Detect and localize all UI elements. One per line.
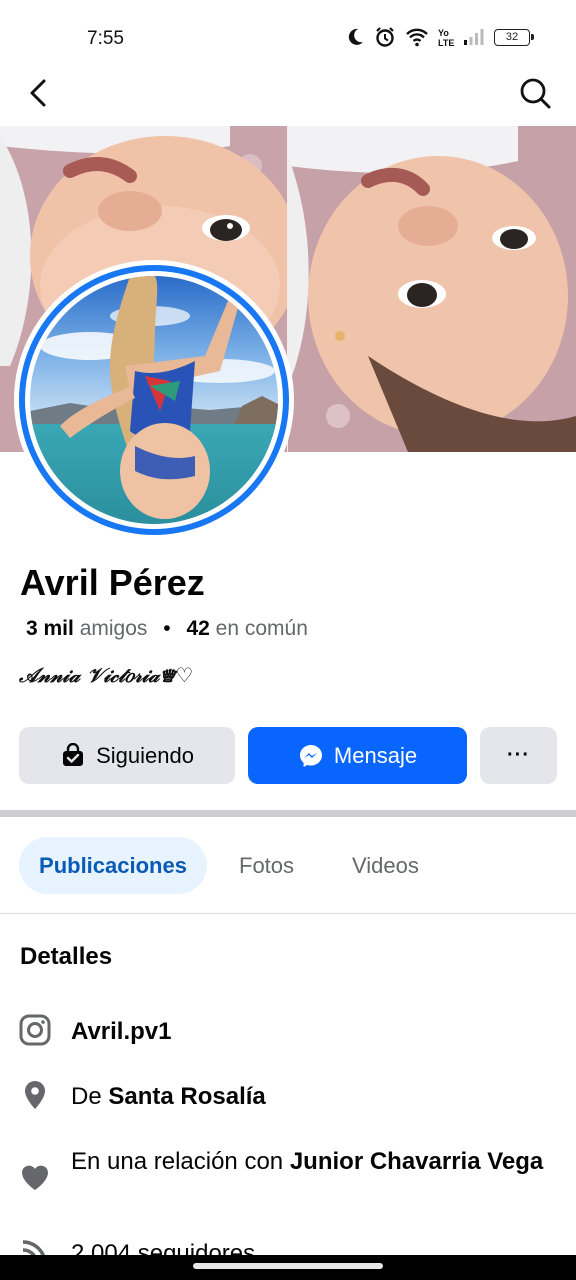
- friends-count: 3 mil: [26, 617, 74, 640]
- chevron-left-icon[interactable]: [22, 76, 56, 110]
- svg-text:LTE: LTE: [438, 38, 454, 47]
- mutual-label: en común: [215, 617, 308, 640]
- svg-text:Yo: Yo: [438, 28, 449, 38]
- search-icon[interactable]: [518, 76, 552, 110]
- relationship-prefix: En una relación con: [71, 1148, 284, 1175]
- system-nav-bar: [0, 1255, 576, 1280]
- profile-photo: [30, 276, 278, 524]
- friends-label: amigos: [79, 617, 148, 640]
- heart-icon: [22, 1165, 48, 1190]
- section-divider: [0, 810, 576, 817]
- profile-name: Avril Pérez: [20, 562, 205, 603]
- separator-dot: •: [163, 617, 171, 640]
- following-icon: [63, 742, 84, 766]
- tab-videos[interactable]: Videos: [352, 837, 419, 894]
- tab-fotos[interactable]: Fotos: [239, 837, 294, 894]
- friends-summary[interactable]: 3 mil amigos • 42 en común: [26, 617, 308, 641]
- more-options-button[interactable]: ···: [480, 727, 557, 784]
- instagram-icon: [19, 1014, 51, 1046]
- status-time: 7:55: [87, 28, 124, 49]
- details-heading: Detalles: [20, 943, 113, 970]
- tab-publicaciones[interactable]: Publicaciones: [19, 837, 207, 894]
- profile-bio: 𝒜𝓃𝓃𝒾𝒶 𝒱𝒾𝒸𝓉𝑜𝓇𝒾𝒶♕♡: [19, 663, 194, 687]
- story-ring: [19, 265, 289, 535]
- battery-icon: 32: [494, 28, 534, 46]
- cover-photo-right: [288, 126, 576, 452]
- messenger-icon: [299, 744, 322, 767]
- wifi-icon: [406, 28, 428, 47]
- action-row: Siguiendo Mensaje ···: [19, 727, 557, 785]
- message-button[interactable]: Mensaje: [248, 727, 467, 784]
- alarm-icon: [376, 27, 394, 47]
- moon-icon: [348, 28, 363, 45]
- instagram-handle: Avril.pv1: [71, 1018, 172, 1045]
- avatar[interactable]: [14, 260, 294, 540]
- message-label: Mensaje: [333, 742, 418, 768]
- hometown-place[interactable]: Santa Rosalía: [108, 1083, 265, 1110]
- following-label: Siguiendo: [96, 742, 194, 768]
- signal-icon: [464, 29, 484, 45]
- location-pin-icon: [25, 1081, 45, 1109]
- volte-icon: YoLTE: [438, 28, 454, 47]
- status-bar: 7:55 Yo LTE 32: [0, 0, 576, 64]
- status-icons: Yo LTE 32: [345, 26, 534, 48]
- mutual-count: 42: [186, 617, 210, 640]
- following-button[interactable]: Siguiendo: [19, 727, 235, 784]
- top-nav: [0, 64, 576, 126]
- profile-tabs: Publicaciones Fotos Videos: [0, 817, 576, 914]
- relationship-partner[interactable]: Junior Chavarria Vega: [290, 1148, 543, 1175]
- home-handle[interactable]: [193, 1263, 383, 1269]
- hometown-prefix: De: [71, 1083, 102, 1110]
